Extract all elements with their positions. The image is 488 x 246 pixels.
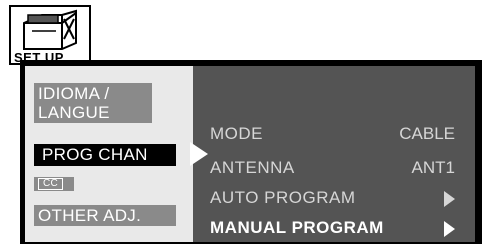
- submenu-row-antenna[interactable]: ANTENNA ANT1: [210, 158, 455, 180]
- submenu-row-auto-program[interactable]: AUTO PROGRAM: [210, 188, 455, 210]
- menu-item-prog-chan[interactable]: PROG CHAN: [34, 144, 176, 166]
- setup-icon-box: SET UP: [9, 5, 91, 65]
- idioma-label-line2: LANGUE: [38, 103, 110, 122]
- menu-item-cc[interactable]: CC: [34, 177, 74, 191]
- row-label: ANTENNA: [210, 158, 295, 177]
- submenu-arrow-icon: [444, 191, 455, 207]
- idioma-label-line1: IDIOMA /: [38, 84, 110, 103]
- toolbox-icon: [23, 9, 77, 50]
- row-label: MANUAL PROGRAM: [210, 218, 384, 237]
- submenu-arrow-icon: [444, 221, 455, 237]
- cc-icon: CC: [38, 178, 64, 190]
- row-value: CABLE: [399, 124, 455, 143]
- right-menu-panel: [193, 66, 475, 242]
- menu-item-idioma-langue[interactable]: IDIOMA / LANGUE: [34, 83, 152, 123]
- submenu-row-manual-program[interactable]: MANUAL PROGRAM: [210, 218, 455, 240]
- row-value: ANT1: [411, 158, 455, 177]
- row-label: MODE: [210, 124, 263, 143]
- row-label: AUTO PROGRAM: [210, 188, 356, 207]
- selection-pointer-icon: [190, 142, 208, 166]
- menu-item-other-adj[interactable]: OTHER ADJ.: [34, 205, 176, 226]
- submenu-row-mode[interactable]: MODE CABLE: [210, 124, 455, 146]
